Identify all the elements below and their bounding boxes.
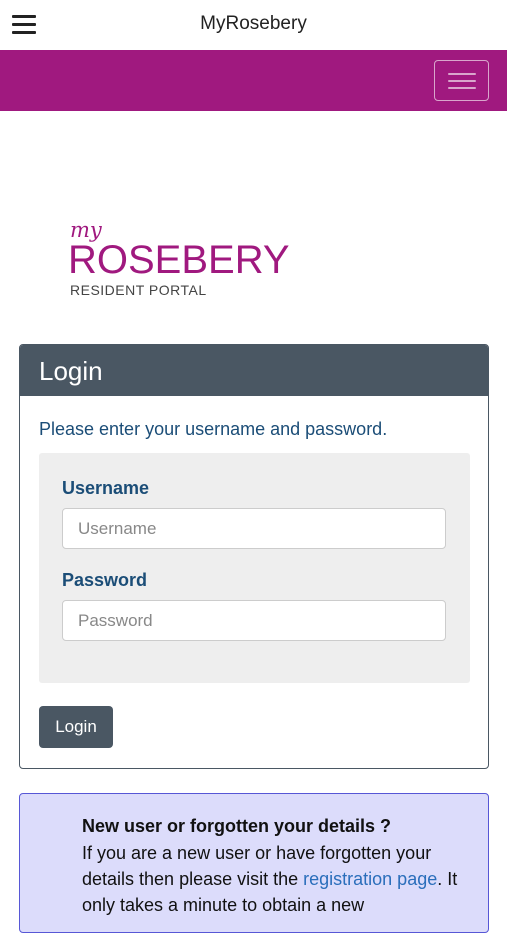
logo-subtitle: RESIDENT PORTAL [70, 282, 207, 298]
username-input[interactable] [62, 508, 446, 549]
login-instructions: Please enter your username and password. [39, 419, 388, 439]
my-rosebery-logo: my ROSEBERY RESIDENT PORTAL [68, 218, 308, 303]
login-panel: Login Please enter your username and pas… [19, 344, 489, 769]
registration-info-box: New user or forgotten your details ? If … [19, 793, 489, 933]
site-navbar [0, 50, 507, 111]
username-label: Username [62, 478, 150, 498]
logo-main-text: ROSEBERY [68, 238, 290, 282]
info-text: If you are a new user or have forgotten … [82, 840, 462, 918]
registration-page-link[interactable]: registration page [303, 869, 437, 889]
login-button[interactable]: Login [39, 706, 113, 748]
login-panel-header: Login [20, 345, 488, 396]
app-title: MyRosebery [200, 13, 307, 34]
login-form: Username Password [39, 453, 470, 683]
password-label: Password [62, 570, 148, 590]
info-title: New user or forgotten your details ? [82, 816, 392, 836]
navbar-toggle-button[interactable] [434, 60, 489, 101]
login-heading: Login [39, 356, 103, 386]
app-bar: MyRosebery [0, 0, 507, 50]
password-input[interactable] [62, 600, 446, 641]
